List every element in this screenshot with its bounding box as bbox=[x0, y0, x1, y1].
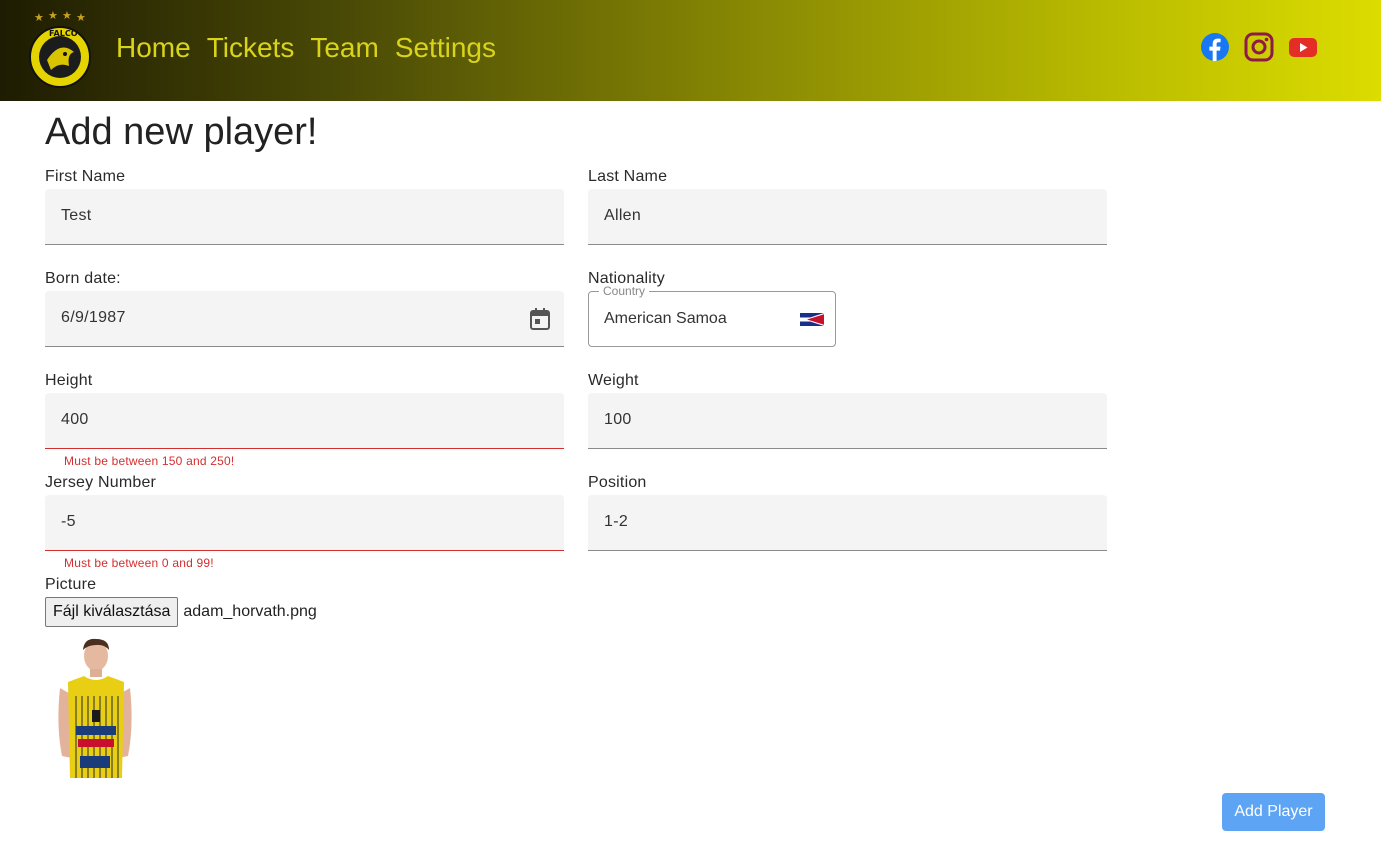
jersey-number-error: Must be between 0 and 99! bbox=[64, 556, 214, 570]
svg-text:★: ★ bbox=[34, 11, 44, 24]
first-name-label: First Name bbox=[45, 168, 126, 185]
born-date-field[interactable]: 6/9/1987 bbox=[45, 291, 564, 347]
weight-value: 100 bbox=[604, 411, 632, 428]
nav-home[interactable]: Home bbox=[116, 30, 191, 66]
jersey-number-value: -5 bbox=[61, 513, 76, 530]
first-name-field[interactable]: Test bbox=[45, 189, 564, 245]
weight-label: Weight bbox=[588, 372, 639, 389]
falco-logo[interactable]: ★ ★ ★ ★ FALCO bbox=[29, 10, 92, 88]
picture-label: Picture bbox=[45, 576, 97, 593]
position-value: 1-2 bbox=[604, 513, 629, 530]
first-name-value: Test bbox=[61, 207, 92, 224]
height-error: Must be between 150 and 250! bbox=[64, 454, 235, 468]
svg-text:★: ★ bbox=[48, 10, 58, 22]
player-photo-preview bbox=[58, 638, 132, 778]
position-field[interactable]: 1-2 bbox=[588, 495, 1107, 551]
page-title: Add new player! bbox=[45, 111, 318, 153]
born-date-label: Born date: bbox=[45, 270, 121, 287]
jersey-number-label: Jersey Number bbox=[45, 474, 157, 491]
last-name-field[interactable]: Allen bbox=[588, 189, 1107, 245]
youtube-icon[interactable] bbox=[1288, 32, 1318, 62]
main-nav: Home Tickets Team Settings bbox=[116, 30, 496, 66]
country-legend: Country bbox=[599, 284, 650, 298]
facebook-icon[interactable] bbox=[1200, 32, 1230, 62]
height-label: Height bbox=[45, 372, 93, 389]
calendar-icon[interactable] bbox=[530, 308, 550, 330]
born-date-value: 6/9/1987 bbox=[61, 309, 126, 326]
instagram-icon[interactable] bbox=[1244, 32, 1274, 62]
country-select[interactable]: Country American Samoa bbox=[588, 284, 836, 347]
nav-tickets[interactable]: Tickets bbox=[207, 30, 295, 66]
height-value: 400 bbox=[61, 411, 89, 428]
jersey-number-field[interactable]: -5 bbox=[45, 495, 564, 551]
svg-text:★: ★ bbox=[76, 11, 86, 24]
position-label: Position bbox=[588, 474, 647, 491]
american-samoa-flag-icon bbox=[800, 313, 824, 326]
height-field[interactable]: 400 bbox=[45, 393, 564, 449]
file-name: adam_horvath.png bbox=[183, 603, 317, 620]
choose-file-button[interactable]: Fájl kiválasztása bbox=[45, 597, 179, 627]
last-name-label: Last Name bbox=[588, 168, 668, 185]
svg-text:★: ★ bbox=[62, 10, 72, 22]
social-links bbox=[1200, 32, 1318, 62]
add-player-button[interactable]: Add Player bbox=[1222, 793, 1325, 831]
weight-field[interactable]: 100 bbox=[588, 393, 1107, 449]
file-picker: Fájl kiválasztása adam_horvath.png bbox=[45, 597, 317, 627]
nav-settings[interactable]: Settings bbox=[395, 30, 496, 66]
top-navbar: ★ ★ ★ ★ FALCO Home Tickets Team Settings bbox=[0, 0, 1381, 101]
country-value: American Samoa bbox=[604, 310, 727, 327]
svg-text:FALCO: FALCO bbox=[49, 29, 78, 38]
last-name-value: Allen bbox=[604, 207, 642, 224]
nav-team[interactable]: Team bbox=[310, 30, 378, 66]
